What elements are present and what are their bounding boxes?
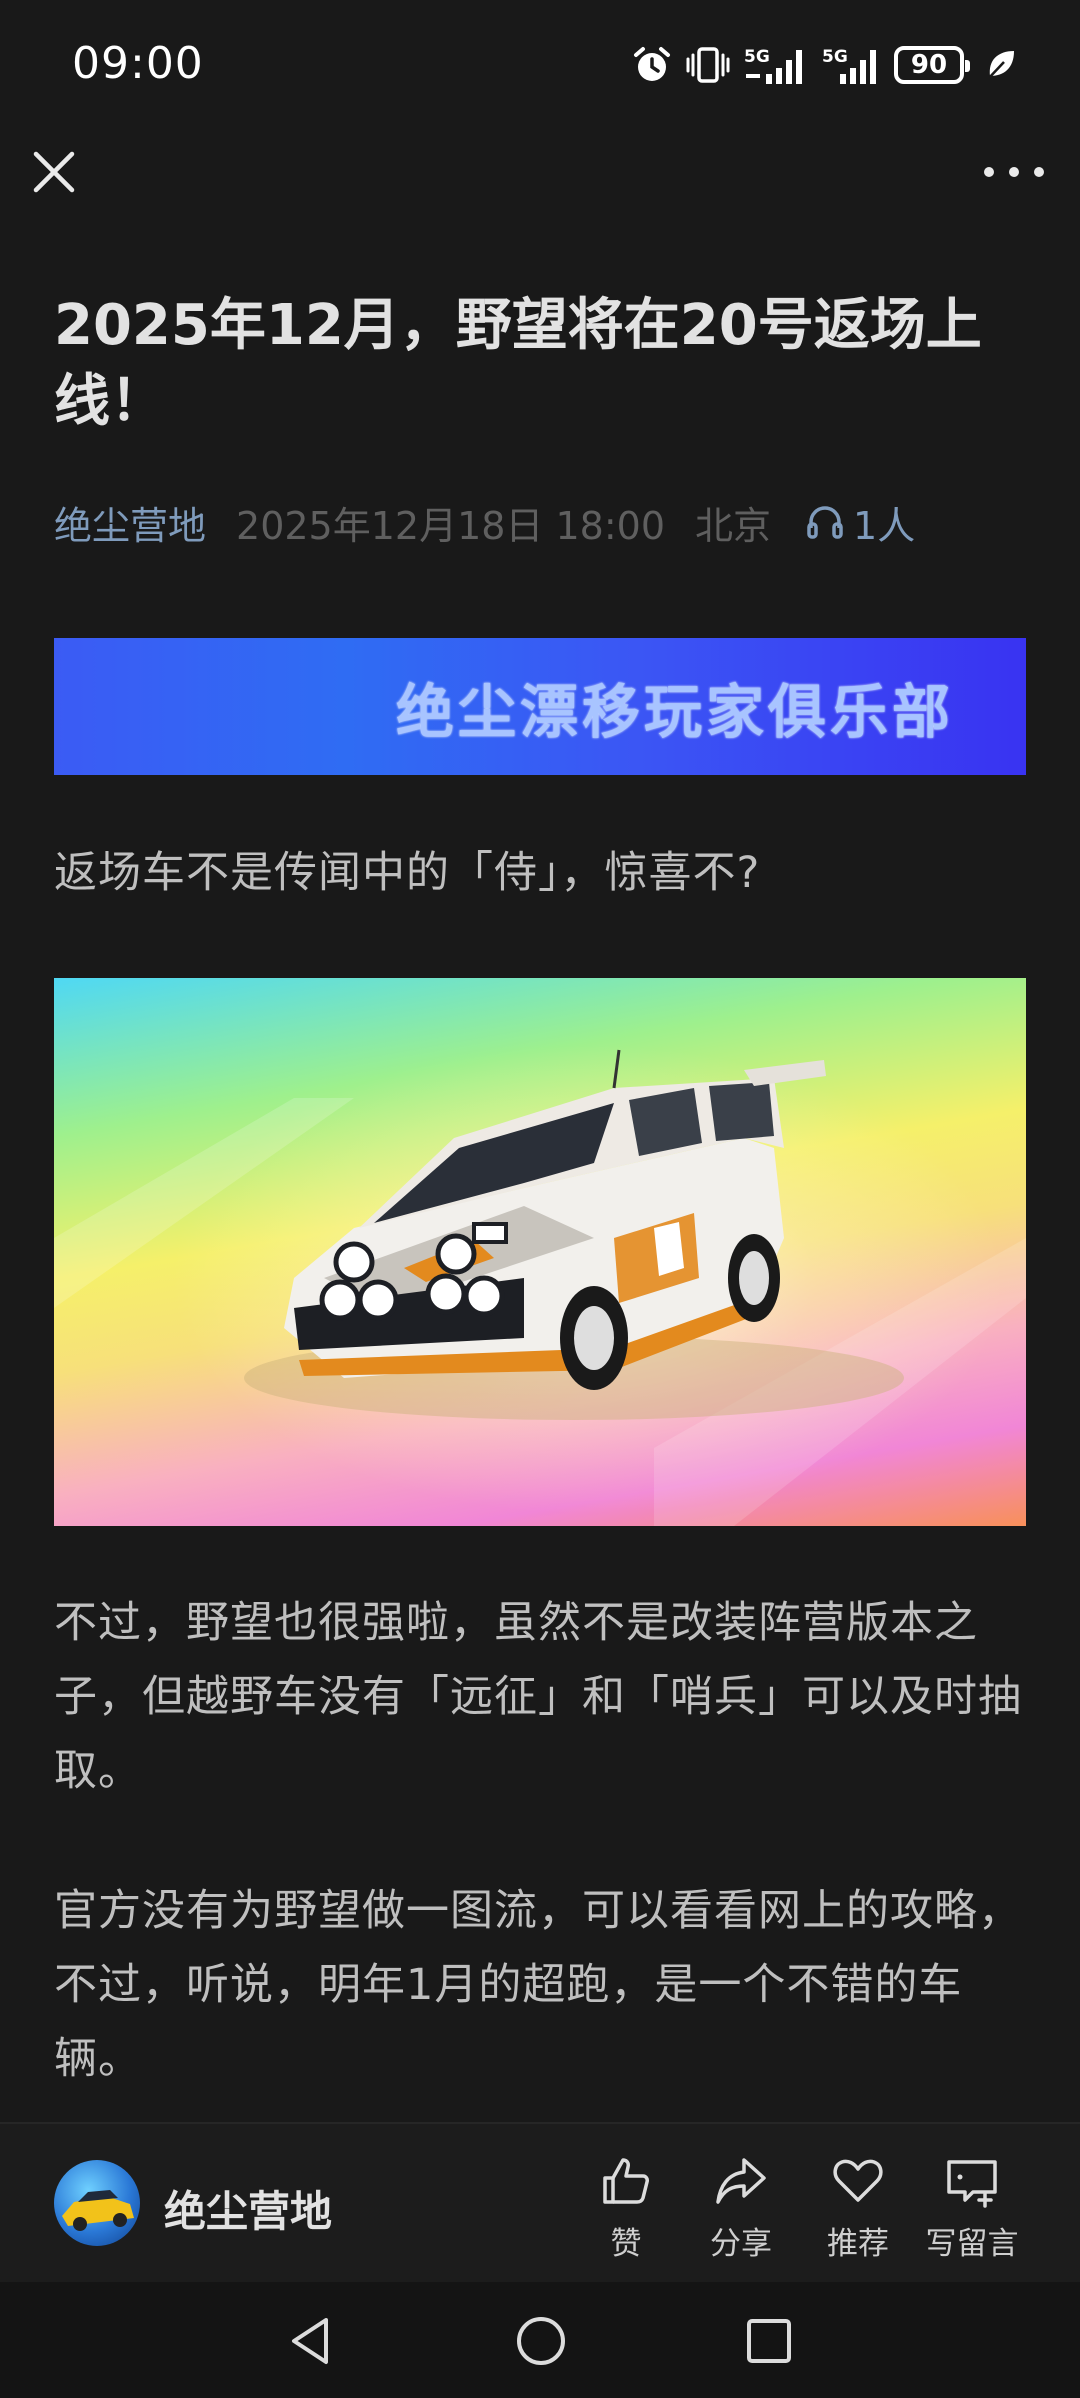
vibrate-icon xyxy=(686,47,730,83)
status-icons: 5G 5G 90 xyxy=(632,42,1018,88)
home-circle-icon xyxy=(517,2317,565,2365)
system-nav-bar xyxy=(0,2282,1080,2398)
home-button[interactable] xyxy=(514,2314,568,2372)
more-icon xyxy=(984,167,994,177)
recommend-button[interactable]: 推荐 xyxy=(803,2154,913,2263)
banner-text: 绝尘漂移玩家俱乐部 xyxy=(396,677,955,746)
heart-icon xyxy=(833,2159,883,2202)
svg-text:5G: 5G xyxy=(744,47,770,67)
thumbs-up-icon xyxy=(603,2158,649,2204)
bottom-action-bar: 绝尘营地 赞 分享 推荐 写留言 xyxy=(0,2122,1080,2282)
article-meta: 绝尘营地 2025年12月18日 18:00 北京 1人 xyxy=(54,496,915,548)
account-link[interactable]: 绝尘营地 xyxy=(54,495,206,550)
back-button[interactable] xyxy=(284,2314,338,2372)
paragraph-3: 官方没有为野望做一图流，可以看看网上的攻略，不过，听说，明年1月的超跑，是一个不… xyxy=(54,1886,1022,2084)
recommend-label: 推荐 xyxy=(827,2226,889,2262)
status-bar: 09:00 5G 5G 90 xyxy=(0,0,1080,130)
publish-location: 北京 xyxy=(695,503,772,548)
publish-date: 2025年12月18日 18:00 xyxy=(236,503,666,548)
alarm-icon xyxy=(634,47,670,81)
listen-button[interactable]: 1人 xyxy=(805,495,915,550)
signal-5g-icon: 5G xyxy=(744,47,802,84)
like-button[interactable]: 赞 xyxy=(571,2154,681,2263)
signal-5g-icon: 5G xyxy=(822,47,876,84)
share-icon xyxy=(716,2158,766,2204)
share-button[interactable]: 分享 xyxy=(686,2154,796,2263)
author-name[interactable]: 绝尘营地 xyxy=(164,2178,332,2239)
recent-square-icon xyxy=(747,2319,791,2363)
more-button[interactable] xyxy=(984,150,1044,194)
car-image[interactable] xyxy=(54,978,1026,1526)
headphones-icon xyxy=(807,506,843,539)
paragraph-1: 返场车不是传闻中的「侍」，惊喜不? xyxy=(54,848,761,898)
recent-apps-button[interactable] xyxy=(744,2316,794,2370)
club-banner[interactable]: 绝尘漂移玩家俱乐部 xyxy=(54,638,1026,775)
listener-count: 1人 xyxy=(853,503,916,548)
paragraph-2: 不过，野望也很强啦，虽然不是改装阵营版本之子，但越野车没有「远征」和「哨兵」可以… xyxy=(54,1598,1022,1796)
back-triangle-icon xyxy=(292,2318,328,2364)
author-avatar[interactable] xyxy=(54,2160,140,2246)
comment-add-icon xyxy=(947,2160,997,2208)
share-label: 分享 xyxy=(710,2226,772,2262)
like-label: 赞 xyxy=(610,2226,642,2262)
battery-icon: 90 xyxy=(894,46,970,84)
battery-level: 90 xyxy=(910,50,948,80)
close-button[interactable] xyxy=(28,146,80,198)
rally-car-illustration xyxy=(54,1049,1026,1526)
svg-text:5G: 5G xyxy=(822,47,848,67)
close-icon xyxy=(33,151,75,193)
comment-label: 写留言 xyxy=(925,2226,1019,2262)
leaf-icon xyxy=(987,51,1014,80)
status-time: 09:00 xyxy=(72,38,204,89)
comment-button[interactable]: 写留言 xyxy=(917,2154,1027,2263)
article-title: 2025年12月，野望将在20号返场上线！ xyxy=(54,293,982,434)
